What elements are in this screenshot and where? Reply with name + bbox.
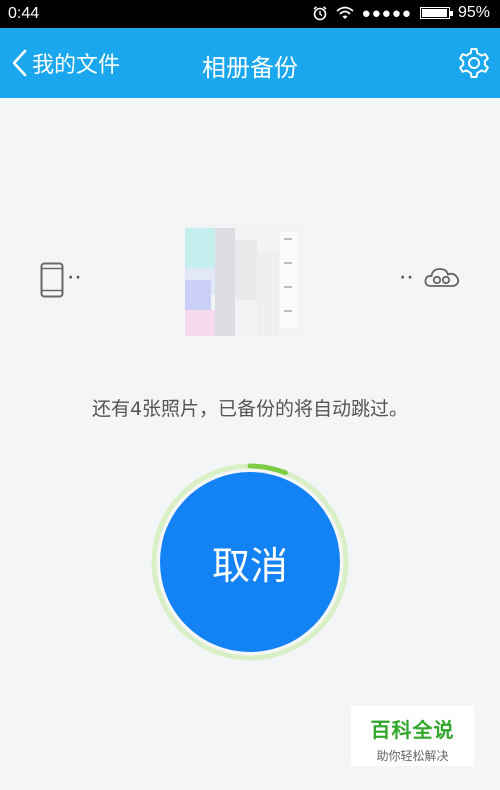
phone-icon [40,262,64,298]
status-indicators: ●●●●● 95% [312,4,490,22]
status-time: 0:44 [8,5,40,22]
watermark-subtitle: 助你轻松解决 [376,749,449,763]
transfer-dots-right: ·· [400,270,415,286]
battery-level [421,9,447,17]
watermark-logo: 百科全说 助你轻松解决 [351,706,474,766]
signal-strength: ●●●●● [361,4,412,22]
page-title: 相册备份 [202,54,298,82]
photo-thumbnail [185,222,300,336]
status-bar: 0:44 ●●●●● 95% [0,0,500,28]
gear-icon[interactable] [456,45,492,81]
watermark-title: 百科全说 [370,718,455,742]
wifi-icon [336,6,354,19]
backup-progress: 取消 [150,462,350,662]
transfer-dots-left: ·· [68,270,83,286]
cancel-button[interactable]: 取消 [160,472,340,652]
cloud-icon [424,268,460,287]
battery-icon [419,7,453,19]
alarm-icon [313,6,327,21]
nav-bar: 我的文件 相册备份 [0,28,500,98]
remaining-photos-message: 还有4张照片，已备份的将自动跳过。 [91,398,409,420]
battery-percent: 95% [457,4,490,21]
